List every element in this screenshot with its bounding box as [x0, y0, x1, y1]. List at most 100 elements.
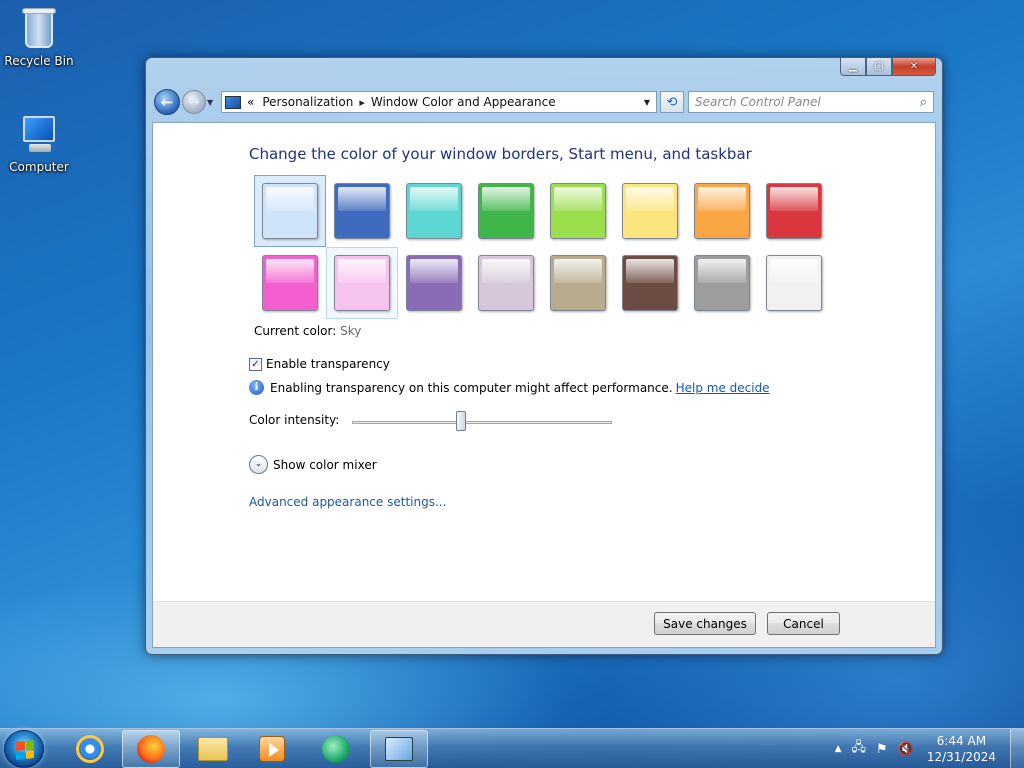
action-center-flag-icon[interactable]: ⚑: [876, 742, 888, 757]
show-color-mixer-label[interactable]: Show color mixer: [273, 458, 377, 472]
show-color-mixer-toggle[interactable]: ⌄ Show color mixer: [249, 455, 377, 474]
color-swatch-twilight[interactable]: [326, 175, 398, 247]
forward-button[interactable]: →: [182, 90, 206, 114]
show-hidden-icons-button[interactable]: ▲: [835, 744, 842, 754]
color-swatch-tile: [694, 255, 750, 311]
current-color-text: Current color: Sky: [254, 324, 361, 338]
color-swatch-ruby[interactable]: [758, 175, 830, 247]
close-button[interactable]: ✕: [892, 58, 936, 76]
maximize-icon: ▢: [874, 61, 884, 72]
refresh-button[interactable]: ⟲: [660, 91, 684, 113]
minimize-button[interactable]: ▁: [840, 58, 866, 76]
recent-pages-dropdown[interactable]: ▼: [207, 98, 217, 107]
back-button[interactable]: ←: [154, 89, 180, 115]
desktop-icon-label: Computer: [9, 160, 69, 174]
taskbar-chat[interactable]: [307, 730, 365, 768]
color-swatch-blush[interactable]: [326, 247, 398, 319]
caption-buttons: ▁ ▢ ✕: [840, 58, 936, 76]
enable-transparency-label[interactable]: Enable transparency: [266, 357, 390, 371]
volume-muted-icon[interactable]: 🔇: [898, 742, 914, 757]
clock-date: 12/31/2024: [926, 750, 996, 764]
breadcrumb-chevron-icon[interactable]: ▸: [359, 96, 365, 109]
color-swatch-sky[interactable]: [254, 175, 326, 247]
transparency-option[interactable]: ✓ Enable transparency: [249, 357, 390, 371]
color-swatch-tile: [262, 183, 318, 239]
color-swatch-leaf[interactable]: [470, 175, 542, 247]
chevron-down-icon[interactable]: ⌄: [249, 455, 268, 474]
system-tray: ▲ 🖧 ⚑ 🔇 6:44 AM 12/31/2024: [830, 729, 1024, 768]
control-panel-icon: [385, 737, 413, 761]
color-swatch-tile: [406, 183, 462, 239]
refresh-icon: ⟲: [666, 94, 678, 110]
start-button[interactable]: [4, 730, 44, 768]
desktop-icon-recycle-bin[interactable]: Recycle Bin: [4, 8, 74, 68]
color-swatch-fuchsia[interactable]: [254, 247, 326, 319]
control-panel-window: ▁ ▢ ✕ ← → ▼ « Personalization ▸ Window C…: [145, 57, 943, 655]
back-arrow-icon: ←: [160, 93, 174, 111]
advanced-appearance-link[interactable]: Advanced appearance settings...: [249, 495, 446, 509]
color-swatch-tile: [766, 255, 822, 311]
taskbar-media-player[interactable]: [243, 730, 301, 768]
search-icon[interactable]: ⌕: [920, 95, 927, 110]
taskbar-internet-explorer[interactable]: [61, 730, 119, 768]
taskbar-windows-explorer[interactable]: [184, 730, 242, 768]
color-swatch-tile: [478, 255, 534, 311]
clock-time: 6:44 AM: [936, 734, 987, 748]
breadcrumb-personalization[interactable]: Personalization: [262, 95, 353, 109]
color-swatch-tile: [550, 255, 606, 311]
color-swatch-pumpkin[interactable]: [686, 175, 758, 247]
performance-note: i Enabling transparency on this computer…: [249, 380, 770, 395]
color-swatch-lemon[interactable]: [614, 175, 686, 247]
navigation-bar: ← → ▼ « Personalization ▸ Window Color a…: [154, 88, 934, 116]
network-icon[interactable]: 🖧: [851, 738, 866, 760]
save-changes-button[interactable]: Save changes: [654, 612, 756, 635]
color-swatch-tile: [622, 183, 678, 239]
current-color-value: Sky: [340, 324, 362, 338]
color-swatch-frost[interactable]: [758, 247, 830, 319]
dialog-footer: Save changes Cancel: [153, 601, 935, 647]
color-swatch-tile: [334, 255, 390, 311]
search-placeholder: Search Control Panel: [695, 95, 821, 109]
internet-explorer-icon: [76, 735, 104, 763]
color-swatch-tile: [766, 183, 822, 239]
color-swatch-tile: [550, 183, 606, 239]
color-intensity-label: Color intensity:: [249, 413, 340, 427]
color-intensity-track[interactable]: [352, 421, 612, 424]
taskbar-control-panel[interactable]: [370, 730, 428, 768]
color-swatch-tile: [622, 255, 678, 311]
show-desktop-button[interactable]: [1010, 729, 1024, 768]
computer-icon: [19, 114, 59, 156]
address-overflow-icon[interactable]: «: [247, 95, 254, 109]
color-intensity-slider-thumb[interactable]: [456, 411, 467, 431]
breadcrumb-window-color[interactable]: Window Color and Appearance: [371, 95, 556, 109]
folder-icon: [198, 737, 228, 761]
address-dropdown-icon[interactable]: ▼: [638, 98, 656, 107]
cancel-button[interactable]: Cancel: [767, 612, 840, 635]
clock[interactable]: 6:44 AM 12/31/2024: [927, 733, 996, 765]
control-panel-icon: [225, 95, 241, 109]
color-swatch-sea[interactable]: [398, 175, 470, 247]
color-swatch-lavender[interactable]: [470, 247, 542, 319]
address-bar[interactable]: « Personalization ▸ Window Color and App…: [221, 91, 657, 113]
color-swatch-tile: [694, 183, 750, 239]
enable-transparency-checkbox[interactable]: ✓: [249, 357, 262, 371]
desktop-icon-computer[interactable]: Computer: [4, 114, 74, 174]
color-swatch-lime[interactable]: [542, 175, 614, 247]
color-swatch-chocolate[interactable]: [614, 247, 686, 319]
forward-arrow-icon: →: [188, 94, 200, 110]
firefox-icon: [137, 735, 165, 763]
search-input[interactable]: Search Control Panel ⌕: [688, 91, 934, 113]
help-me-decide-link[interactable]: Help me decide: [676, 381, 770, 395]
taskbar: ▲ 🖧 ⚑ 🔇 6:44 AM 12/31/2024: [0, 728, 1024, 768]
color-swatch-tile: [406, 255, 462, 311]
color-swatch-violet[interactable]: [398, 247, 470, 319]
taskbar-firefox[interactable]: [122, 730, 180, 768]
page-title: Change the color of your window borders,…: [249, 145, 752, 163]
color-swatch-taupe[interactable]: [542, 247, 614, 319]
performance-note-text: Enabling transparency on this computer m…: [270, 380, 673, 395]
maximize-button[interactable]: ▢: [866, 58, 892, 76]
content-pane: Change the color of your window borders,…: [152, 122, 936, 648]
current-color-label: Current color:: [254, 324, 337, 338]
color-swatch-tile: [262, 255, 318, 311]
color-swatch-slate[interactable]: [686, 247, 758, 319]
